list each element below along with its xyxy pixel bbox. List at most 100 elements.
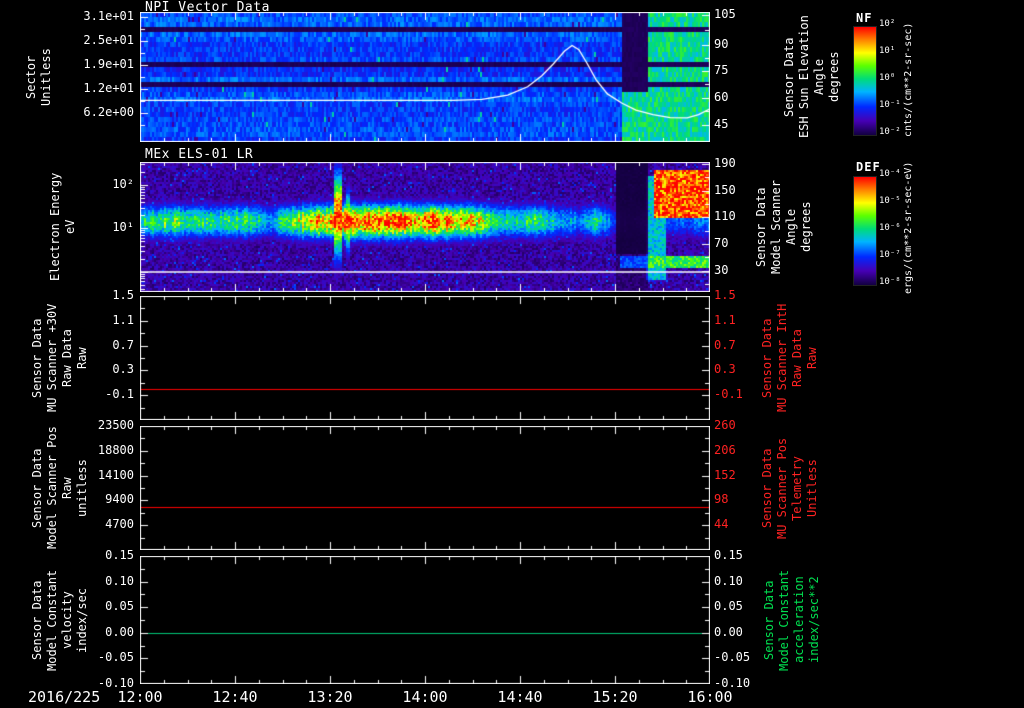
panel1-right-tick-labels-item: 60	[714, 90, 729, 104]
nf-colorbar-ticks-item: 10⁻¹	[879, 100, 901, 110]
panel1-ytick-labels: 3.1e+01 2.5e+01 1.9e+01 1.2e+01 6.2e+00	[68, 9, 134, 142]
def-colorbar	[853, 176, 877, 286]
panel4-right-tick-labels-item: 98	[714, 492, 729, 506]
time-axis-labels-item: 15:20	[592, 688, 638, 706]
axis-label-line: Model Constant	[777, 569, 791, 671]
def-colorbar-ticks-item: 10⁻⁴	[879, 169, 901, 179]
time-axis-labels-item: 12:00	[117, 688, 163, 706]
panel3-right-tick-labels-item: 0.3	[714, 362, 736, 376]
axis-label-line: MU Scanner Pos	[775, 437, 789, 539]
panel3-right-tick-labels-item: 0.7	[714, 338, 736, 352]
axis-label-line: Sensor Data	[782, 37, 796, 117]
axis-label-line: Telemetry	[790, 455, 804, 521]
nf-colorbar-ticks-item: 10²	[879, 19, 896, 29]
time-axis-labels: 12:00 12:40 13:20 14:00 14:40 15:20 16:00	[0, 688, 1024, 706]
panel1-ytick-labels-item: 3.1e+01	[83, 9, 134, 23]
nf-colorbar-ticks-item: 10¹	[879, 46, 896, 56]
panel4-ytick-labels-item: 23500	[97, 418, 134, 432]
panel3-ytick-labels-item: 0.3	[112, 362, 134, 376]
panel3-right-axis-label: Sensor Data MU Scanner IntH Raw Data Raw	[760, 296, 819, 420]
axis-label-line: index/sec**2	[807, 576, 821, 664]
els-spectrogram-plot	[140, 162, 710, 292]
axis-label-line: Sensor Data	[754, 187, 768, 267]
axis-label-line: Electron Energy	[48, 172, 62, 282]
panel2-right-axis-label: Sensor Data Model Scanner Angle degrees	[754, 162, 813, 292]
time-axis-labels-item: 12:40	[212, 688, 258, 706]
panel5-right-tick-labels: 0.15 0.10 0.05 0.00 -0.05 -0.10	[714, 549, 762, 690]
panel1-right-tick-labels-item: 105	[714, 7, 736, 21]
nf-colorbar-units: cnts/(cm**2-sr-sec)	[903, 10, 915, 150]
panel3-right-tick-labels-item: 1.1	[714, 313, 736, 327]
panel3-ytick-labels-item: 0.7	[112, 338, 134, 352]
npi-spectrogram-plot	[140, 12, 710, 142]
panel4-ytick-labels-item: 4700	[105, 517, 134, 531]
panel5-right-tick-labels-item: 0.00	[714, 625, 743, 639]
axis-label-line: Angle	[812, 58, 826, 96]
panel3-ytick-labels-item: 1.1	[112, 313, 134, 327]
panel5-right-axis-label: Sensor Data Model Constant acceleration …	[762, 556, 821, 684]
panel5-right-tick-labels-item: -0.05	[714, 650, 751, 664]
nf-colorbar	[853, 26, 877, 136]
panel1-ytick-labels-item: 1.2e+01	[83, 81, 134, 95]
panel1-right-tick-labels-item: 45	[714, 117, 729, 131]
panel4-ytick-labels-item: 14100	[97, 468, 134, 482]
def-colorbar-ticks-item: 10⁻⁵	[879, 196, 901, 206]
panel5-ytick-labels-item: 0.00	[105, 625, 134, 639]
panel4-right-tick-labels: 260 206 152 98 44	[714, 419, 762, 550]
panel4-right-tick-labels-item: 206	[714, 443, 736, 457]
panel3-ytick-labels-item: 1.5	[112, 288, 134, 302]
axis-label-line: Sensor Data	[30, 318, 44, 398]
time-axis-labels-item: 13:20	[307, 688, 353, 706]
axis-label-line: Raw	[805, 347, 819, 369]
axis-label-line: Sensor Data	[30, 448, 44, 528]
nf-colorbar-ticks-item: 10⁰	[879, 73, 896, 83]
panel2-ytick-labels-item: 10¹	[112, 220, 134, 234]
panel5-right-tick-labels-item: 0.05	[714, 599, 743, 613]
panel5-ytick-labels-item: -0.05	[97, 650, 134, 664]
panel4-right-tick-labels-item: 152	[714, 468, 736, 482]
panel1-right-tick-labels-item: 90	[714, 37, 729, 51]
panel4-ytick-labels: 23500 18800 14100 9400 4700	[68, 419, 134, 550]
time-axis-labels-item: 16:00	[687, 688, 733, 706]
time-axis-labels-item: 14:00	[402, 688, 448, 706]
axis-label-line: Angle	[784, 208, 798, 246]
panel2-ytick-labels-item: 10²	[112, 177, 134, 191]
axis-label-line: Raw Data	[790, 329, 804, 387]
axis-label-line: Sensor Data	[760, 448, 774, 528]
nf-colorbar-ticks-item: 10⁻²	[879, 127, 901, 137]
axis-label-line: ESH Sun Elevation	[797, 15, 811, 139]
panel1-right-tick-labels-item: 75	[714, 63, 729, 77]
panel1-right-tick-labels: 105 90 75 60 45	[714, 8, 762, 142]
panel5-ytick-labels: 0.15 0.10 0.05 0.00 -0.05 -0.10	[68, 549, 134, 690]
panel5-right-tick-labels-item: 0.10	[714, 574, 743, 588]
panel3-ytick-labels-item: -0.1	[105, 387, 134, 401]
model-scanner-pos-plot	[140, 426, 710, 550]
panel5-right-tick-labels-item: 0.15	[714, 548, 743, 562]
panel3-right-tick-labels: 1.5 1.1 0.7 0.3 -0.1	[714, 289, 762, 420]
colorbar-units-text: cnts/(cm**2-sr-sec)	[903, 22, 914, 138]
panel2-ytick-labels: 10² 10¹	[68, 162, 134, 292]
panel4-ytick-labels-item: 18800	[97, 443, 134, 457]
axis-label-line: Sector	[24, 55, 38, 99]
axis-label-line: Model Scanner Pos	[45, 426, 59, 550]
axis-label-line: Unitless	[39, 48, 53, 106]
science-plot-page: NPI Vector Data MEx ELS-01 LR Sector Uni…	[0, 0, 1024, 708]
panel3-right-tick-labels-item: -0.1	[714, 387, 743, 401]
axis-label-line: MU Scanner +30V	[45, 303, 59, 413]
panel5-ytick-labels-item: 0.10	[105, 574, 134, 588]
panel4-right-tick-labels-item: 44	[714, 517, 729, 531]
panel4-right-axis-label: Sensor Data MU Scanner Pos Telemetry Uni…	[760, 426, 819, 550]
axis-label-line: Sensor Data	[760, 318, 774, 398]
panel1-left-axis-label: Sector Unitless	[24, 12, 53, 142]
axis-label-line: degrees	[799, 201, 813, 253]
axis-label-line: acceleration	[792, 576, 806, 664]
panel1-right-axis-label: Sensor Data ESH Sun Elevation Angle degr…	[782, 12, 841, 142]
def-colorbar-units: ergs/(cm**2-sr-sec-eV)	[903, 158, 915, 298]
axis-label-line: Unitless	[805, 459, 819, 517]
axis-label-line: Model Scanner	[769, 180, 783, 274]
def-colorbar-ticks-item: 10⁻⁶	[879, 223, 901, 233]
time-axis-labels-item: 14:40	[497, 688, 543, 706]
panel5-ytick-labels-item: 0.05	[105, 599, 134, 613]
def-colorbar-ticks-item: 10⁻⁷	[879, 250, 901, 260]
panel4-right-tick-labels-item: 260	[714, 418, 736, 432]
